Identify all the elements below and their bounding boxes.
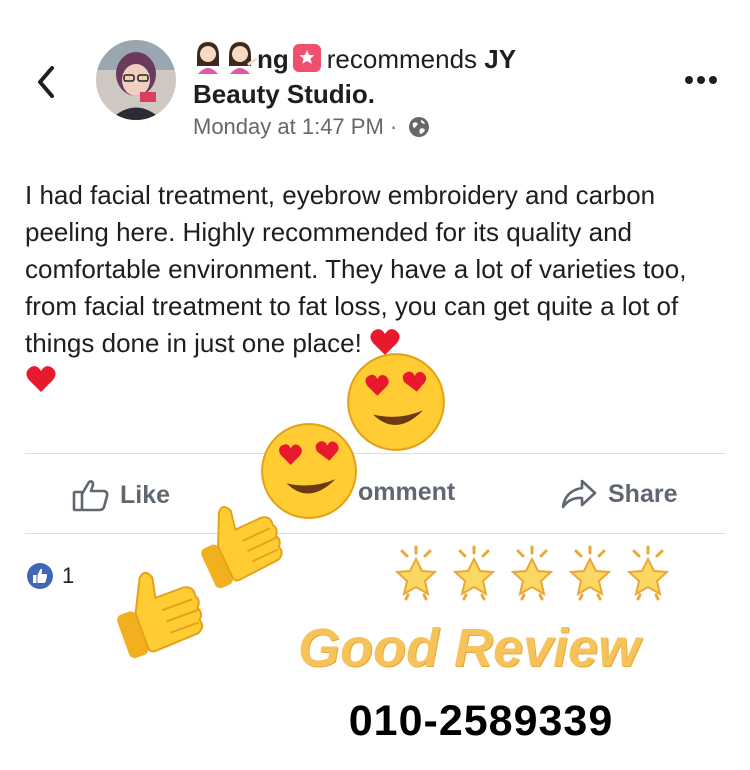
star-icon xyxy=(627,545,669,601)
avatar[interactable] xyxy=(96,40,176,120)
phone-box: 010-2589339 xyxy=(298,690,664,752)
page-name-line[interactable]: Beauty Studio. xyxy=(193,77,375,111)
thumbs-up-icon xyxy=(72,480,109,512)
comment-label: omment xyxy=(358,478,456,506)
person-emoji-icon xyxy=(223,40,258,82)
comment-button[interactable]: omment xyxy=(358,478,455,507)
timestamp-text: Monday at 1:47 PM · xyxy=(193,114,398,139)
heart-eyes-emoji-icon xyxy=(347,353,445,451)
globe-icon xyxy=(409,117,430,137)
chevron-left-icon xyxy=(38,66,54,98)
person-emoji-icon xyxy=(193,40,223,82)
star-icon xyxy=(453,545,495,601)
heart-emoji-icon xyxy=(25,364,57,394)
like-count: 1 xyxy=(62,563,75,588)
like-button[interactable]: Like xyxy=(72,478,170,512)
avatar-photo xyxy=(96,40,176,120)
post-header-line: ng recommends JY xyxy=(193,40,516,82)
phone-number: 010-2589339 xyxy=(348,696,614,745)
recommends-text: recommends xyxy=(326,44,478,74)
share-label: Share xyxy=(608,479,678,508)
star-icon xyxy=(569,545,611,601)
star-icon xyxy=(511,545,553,601)
share-button[interactable]: Share xyxy=(560,478,677,510)
post-text: I had facial treatment, eyebrow embroide… xyxy=(25,180,687,358)
like-reaction-icon xyxy=(27,563,53,589)
good-review-label: Good Review xyxy=(298,618,641,678)
share-arrow-icon xyxy=(561,479,597,509)
more-options-button[interactable] xyxy=(684,70,718,90)
star-icon xyxy=(395,545,437,601)
like-label: Like xyxy=(120,480,171,509)
author-name-fragment[interactable]: ng xyxy=(257,44,289,74)
more-horizontal-icon xyxy=(685,76,717,84)
recommendation-badge-icon xyxy=(292,44,321,72)
rating-stars xyxy=(395,545,669,601)
reaction-summary[interactable]: 1 xyxy=(26,562,74,590)
page-name-part1[interactable]: JY xyxy=(484,44,516,74)
divider xyxy=(25,533,725,534)
back-button[interactable] xyxy=(30,60,64,104)
post-timestamp: Monday at 1:47 PM · xyxy=(193,112,431,142)
